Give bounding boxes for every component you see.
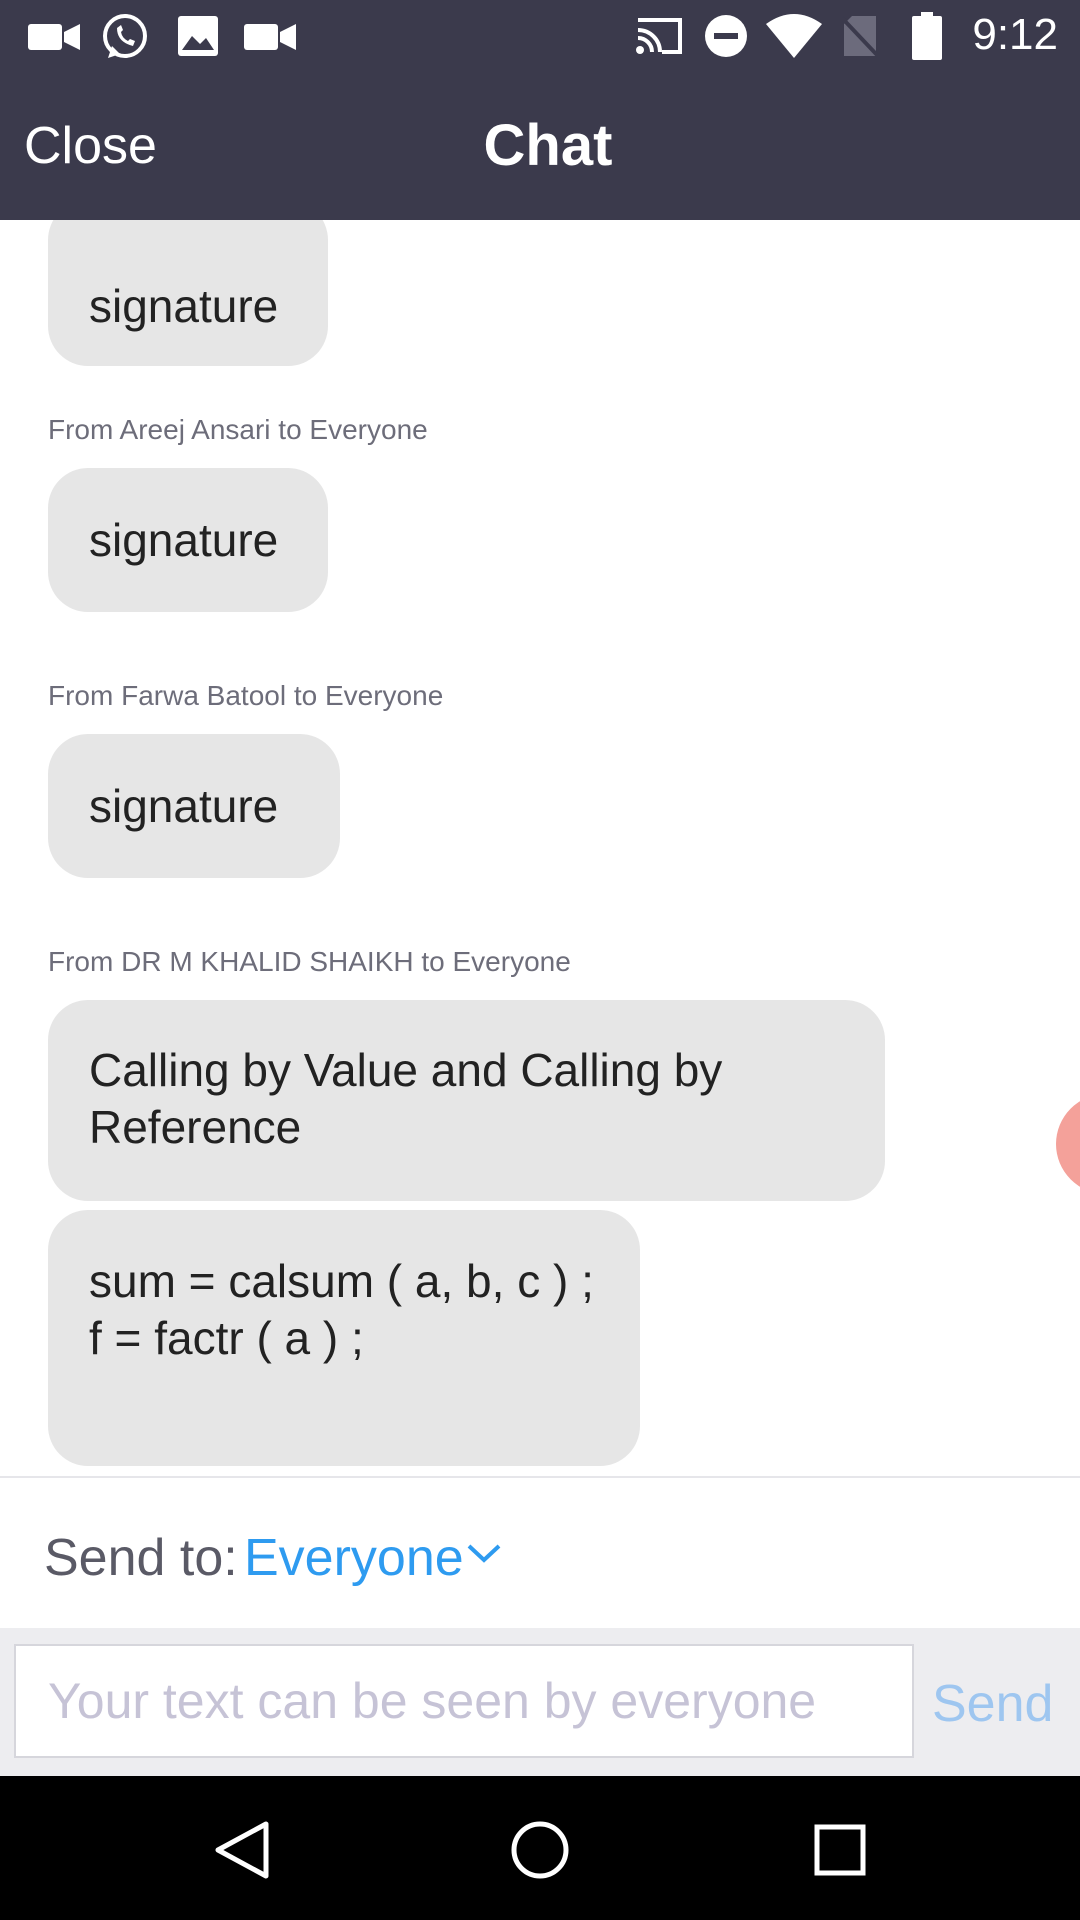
message-composer: Send [0,1628,1080,1776]
message-sender: From Areej Ansari to Everyone [48,414,428,445]
send-button[interactable]: Send [932,1674,1053,1734]
back-icon[interactable] [214,1820,270,1880]
message-bubble: signature [48,220,328,366]
whatsapp-icon [103,14,147,58]
chat-header: Close Chat [0,72,1080,220]
message-text: Reference [89,1101,302,1153]
message-sender: From Farwa Batool to Everyone [48,680,444,711]
send-to-row: Send to: Everyone [0,1478,1080,1628]
message-sender: From DR M KHALID SHAIKH to Everyone [48,946,571,977]
battery-icon [912,12,942,60]
message-text: f = factr ( a ) ; [89,1312,364,1364]
message-bubble: Calling by Value and Calling by Referenc… [48,1000,885,1201]
do-not-disturb-icon [705,15,747,57]
message-text: signature [89,780,279,832]
no-sim-icon [842,16,878,58]
recents-icon[interactable] [814,1824,866,1876]
status-time: 9:12 [972,10,1058,59]
home-icon[interactable] [510,1820,570,1880]
message-text: sum = calsum ( a, b, c ) ; [89,1255,594,1307]
page-title: Chat [483,113,613,178]
chevron-down-icon[interactable] [466,1542,502,1564]
floating-action-button[interactable] [1056,1094,1080,1194]
message-bubble: sum = calsum ( a, b, c ) ; f = factr ( a… [48,1210,640,1466]
send-to-recipient-selector[interactable]: Everyone [244,1528,464,1588]
message-text: signature [89,514,279,566]
status-bar: 9:12 [0,0,1080,72]
navigation-bar [0,1776,1080,1920]
cast-icon [636,18,682,54]
message-input[interactable] [14,1644,914,1758]
video-camera-icon [28,24,80,50]
message-text: Calling by Value and Calling by [89,1044,723,1096]
send-to-label: Send to: [44,1529,238,1587]
message-bubble: signature [48,468,328,612]
video-camera-icon [244,24,296,50]
image-icon [178,16,218,56]
message-text: signature [89,280,279,332]
chat-message-list[interactable]: signature From Areej Ansari to Everyone … [0,220,1080,1476]
wifi-icon [766,14,822,58]
message-bubble: signature [48,734,340,878]
